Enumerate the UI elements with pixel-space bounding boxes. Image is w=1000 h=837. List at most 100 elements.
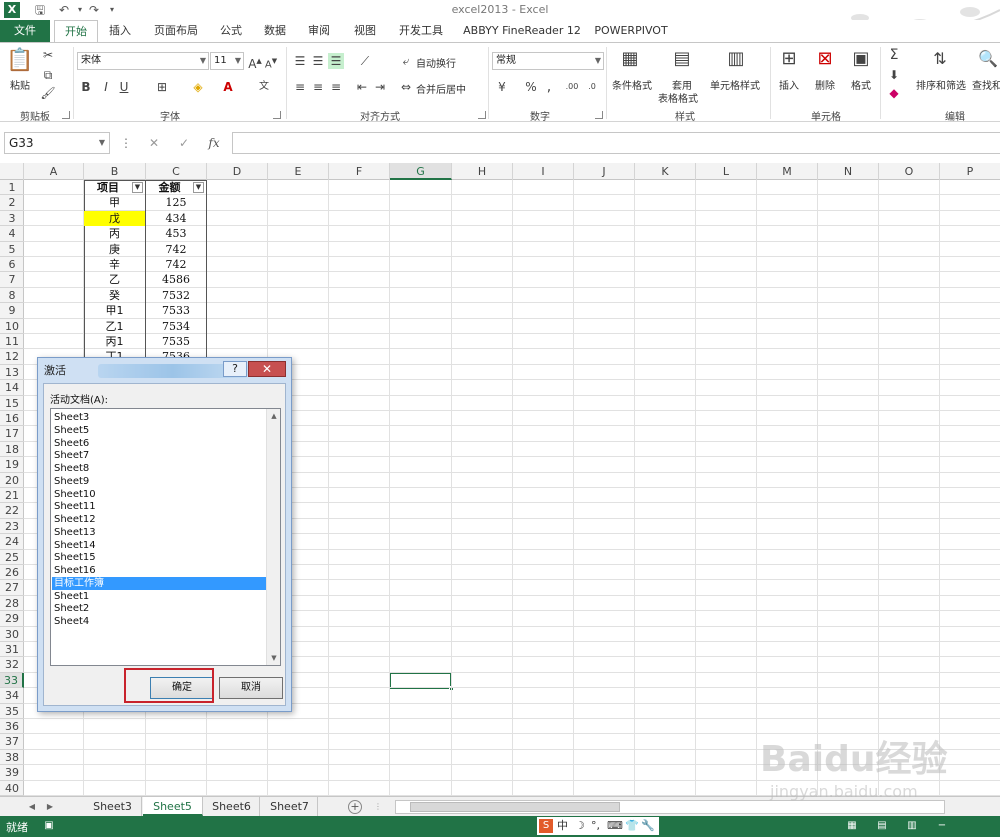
- row-header-35[interactable]: 35: [0, 704, 24, 719]
- page-layout-view-icon[interactable]: ▤: [875, 819, 889, 833]
- merge-center-icon[interactable]: ⇔: [398, 79, 414, 95]
- table-cell-item[interactable]: 辛: [84, 257, 145, 272]
- sheet-tab-sheet5[interactable]: Sheet5: [143, 797, 203, 816]
- underline-button[interactable]: U: [118, 79, 130, 95]
- column-header-o[interactable]: O: [879, 163, 940, 180]
- column-header-e[interactable]: E: [268, 163, 329, 180]
- row-header-19[interactable]: 19: [0, 457, 24, 473]
- number-format-combo[interactable]: 常规 ▼: [492, 52, 604, 70]
- font-color-icon[interactable]: A: [220, 79, 236, 95]
- find-select-button[interactable]: 查找和: [972, 77, 1000, 92]
- table-cell-item[interactable]: 甲: [84, 195, 145, 210]
- table-cell-amount[interactable]: 7534: [146, 319, 206, 334]
- row-header-36[interactable]: 36: [0, 719, 24, 735]
- document-list-item[interactable]: Sheet15: [52, 551, 266, 564]
- insert-cells-button[interactable]: 插入: [779, 77, 799, 92]
- copy-icon[interactable]: ⧉: [40, 67, 56, 83]
- conditional-format-icon[interactable]: ▦: [618, 47, 642, 71]
- sheet-tab-sheet6[interactable]: Sheet6: [204, 797, 260, 816]
- format-cells-button[interactable]: 格式: [851, 77, 871, 92]
- orientation-icon[interactable]: ⟋: [356, 53, 374, 69]
- column-header-l[interactable]: L: [696, 163, 757, 180]
- add-sheet-icon[interactable]: +: [348, 800, 362, 814]
- scroll-up-icon[interactable]: ▲: [267, 409, 280, 423]
- fill-color-icon[interactable]: ◈: [190, 79, 206, 95]
- format-cells-icon[interactable]: ▣: [850, 47, 872, 71]
- document-list-item[interactable]: Sheet12: [52, 513, 266, 526]
- row-header-32[interactable]: 32: [0, 657, 24, 673]
- row-header-14[interactable]: 14: [0, 380, 24, 396]
- dialog-help-button[interactable]: ?: [223, 361, 247, 377]
- scroll-down-icon[interactable]: ▼: [267, 651, 280, 665]
- cut-icon[interactable]: ✂: [40, 47, 56, 63]
- sheet-tab-sheet3[interactable]: Sheet3: [84, 797, 142, 816]
- decrease-decimal-icon[interactable]: .0: [584, 79, 600, 95]
- document-list-item[interactable]: Sheet16: [52, 564, 266, 577]
- column-header-m[interactable]: M: [757, 163, 818, 180]
- table-cell-amount[interactable]: 125: [146, 195, 206, 210]
- ime-keyboard-icon[interactable]: ⌨: [607, 817, 623, 835]
- increase-decimal-icon[interactable]: .00: [564, 79, 580, 95]
- row-header-33[interactable]: 33: [0, 672, 24, 689]
- ime-punct-icon[interactable]: °,: [591, 817, 600, 835]
- font-name-combo[interactable]: 宋体 ▼: [77, 52, 209, 70]
- table-cell-amount[interactable]: 742: [146, 257, 206, 272]
- table-cell-amount[interactable]: 453: [146, 226, 206, 241]
- font-size-combo[interactable]: 11 ▼: [210, 52, 244, 70]
- tab-formulas[interactable]: 公式: [212, 20, 250, 42]
- table-cell-item[interactable]: 乙: [84, 272, 145, 287]
- document-list-item[interactable]: Sheet8: [52, 462, 266, 475]
- sheet-nav-prev-icon[interactable]: ◀: [24, 799, 40, 815]
- cell-styles-button[interactable]: 单元格样式: [710, 77, 760, 92]
- tab-page-layout[interactable]: 页面布局: [146, 20, 206, 42]
- merge-center-button[interactable]: 合并后居中: [416, 81, 466, 96]
- sheet-nav-next-icon[interactable]: ▶: [42, 799, 58, 815]
- table-cell-amount[interactable]: 7532: [146, 288, 206, 303]
- filter-dropdown-icon[interactable]: ▼: [193, 182, 204, 193]
- row-header-1[interactable]: 1: [0, 180, 24, 196]
- row-header-5[interactable]: 5: [0, 242, 24, 257]
- column-header-a[interactable]: A: [24, 163, 84, 180]
- insert-function-icon[interactable]: fx: [204, 134, 224, 152]
- format-as-table-line2[interactable]: 表格格式: [658, 90, 698, 105]
- row-header-7[interactable]: 7: [0, 272, 24, 288]
- tab-review[interactable]: 审阅: [300, 20, 338, 42]
- table-cell-amount[interactable]: 7535: [146, 334, 206, 349]
- ime-moon-icon[interactable]: ☽: [575, 817, 585, 835]
- document-list-item[interactable]: Sheet10: [52, 488, 266, 501]
- tab-powerpivot[interactable]: POWERPIVOT: [592, 20, 670, 42]
- document-list-item[interactable]: Sheet11: [52, 500, 266, 513]
- row-header-31[interactable]: 31: [0, 642, 24, 658]
- paste-icon[interactable]: 📋: [6, 47, 34, 75]
- row-header-12[interactable]: 12: [0, 349, 24, 365]
- ime-mode[interactable]: 中: [557, 817, 568, 835]
- column-header-c[interactable]: C: [146, 163, 207, 180]
- tab-abbyy[interactable]: ABBYY FineReader 12: [460, 20, 584, 42]
- table-cell-amount[interactable]: 7533: [146, 303, 206, 318]
- formula-input[interactable]: [232, 132, 1000, 154]
- table-cell-item[interactable]: 戊: [84, 210, 145, 226]
- tab-view[interactable]: 视图: [346, 20, 384, 42]
- row-header-39[interactable]: 39: [0, 765, 24, 781]
- column-header-i[interactable]: I: [513, 163, 574, 180]
- page-break-view-icon[interactable]: ▥: [905, 819, 919, 833]
- table-cell-item[interactable]: 丙: [84, 226, 145, 241]
- borders-icon[interactable]: ⊞: [154, 79, 170, 95]
- confirm-edit-icon[interactable]: ✓: [174, 134, 194, 152]
- row-header-30[interactable]: 30: [0, 627, 24, 642]
- column-header-g[interactable]: G: [390, 163, 452, 180]
- clipboard-launcher-icon[interactable]: [62, 111, 70, 119]
- list-scrollbar[interactable]: ▲ ▼: [266, 409, 280, 665]
- italic-button[interactable]: I: [100, 79, 112, 95]
- percent-icon[interactable]: %: [524, 79, 538, 95]
- document-list-item[interactable]: 目标工作簿: [52, 576, 266, 590]
- row-header-8[interactable]: 8: [0, 288, 24, 304]
- font-launcher-icon[interactable]: [273, 111, 281, 119]
- select-all-corner[interactable]: [0, 163, 24, 180]
- table-cell-item[interactable]: 丙1: [84, 334, 145, 349]
- column-header-n[interactable]: N: [818, 163, 879, 180]
- normal-view-icon[interactable]: ▦: [845, 819, 859, 833]
- tab-insert[interactable]: 插入: [100, 20, 140, 42]
- row-header-25[interactable]: 25: [0, 550, 24, 565]
- document-list-item[interactable]: Sheet1: [52, 590, 266, 603]
